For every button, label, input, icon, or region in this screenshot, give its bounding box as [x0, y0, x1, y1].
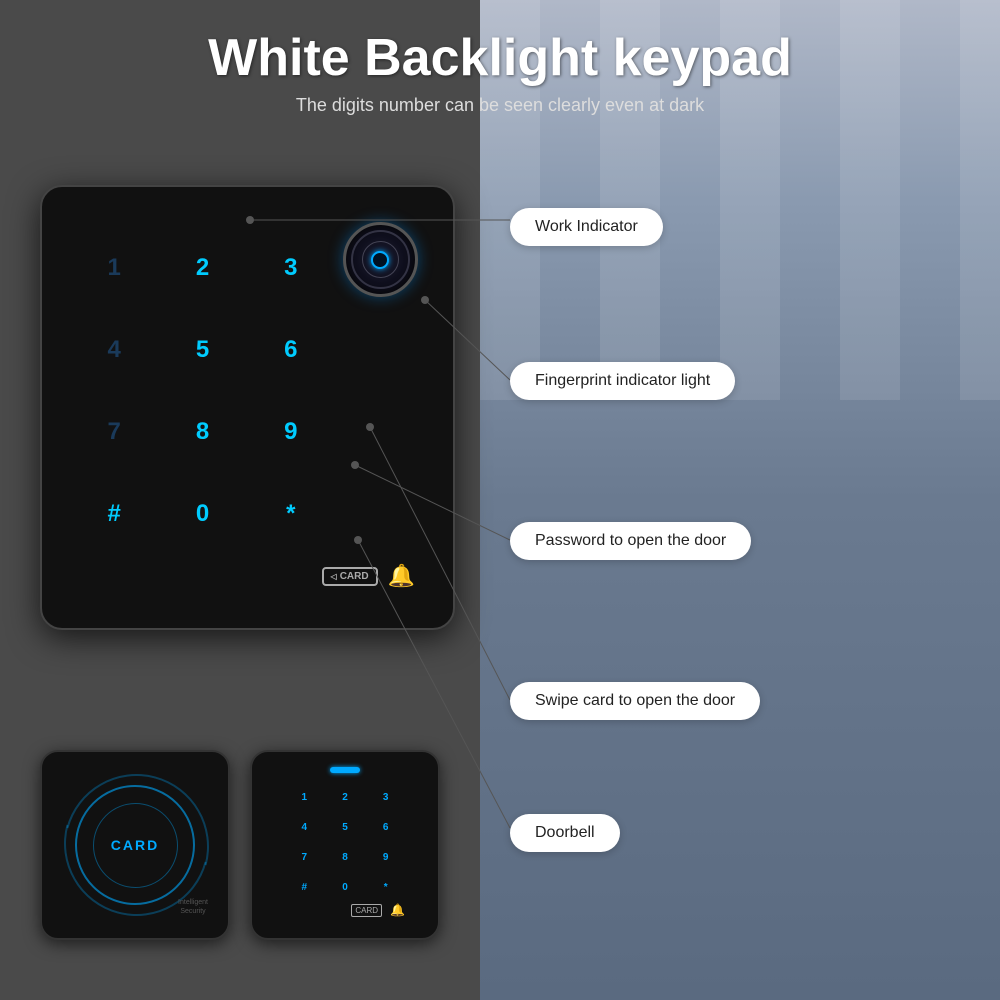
fingerprint-sensor: [335, 217, 425, 297]
card-reader-device: CARD Intelligent Security: [40, 750, 230, 940]
password-annotation: Password to open the door: [510, 522, 751, 560]
key-1[interactable]: 1: [70, 227, 158, 309]
bell-icon[interactable]: 🔔: [388, 535, 415, 617]
swipe-card-label: Swipe card to open the door: [510, 682, 760, 720]
mini-keypad-device: 1 2 3 4 5 6 7 8 9 # 0 * CARD 🔔: [250, 750, 440, 940]
main-keypad-device: 1 2 3 4 5 6 7 8 9 # 0 *: [40, 185, 455, 630]
key-8[interactable]: 8: [158, 391, 246, 473]
fingerprint-label: Fingerprint indicator light: [510, 362, 735, 400]
mini-card-icon: CARD: [351, 904, 382, 917]
key-7[interactable]: 7: [70, 391, 158, 473]
mini-key-6: 6: [366, 813, 405, 841]
mini-key-5: 5: [326, 813, 365, 841]
swipe-card-annotation: Swipe card to open the door: [510, 682, 760, 720]
mini-key-3: 3: [366, 783, 405, 811]
key-5[interactable]: 5: [158, 309, 246, 391]
card-reader-content: CARD Intelligent Security: [42, 752, 228, 938]
card-text: CARD: [111, 837, 159, 853]
bottom-devices-section: CARD Intelligent Security 1 2 3 4 5 6 7: [40, 750, 440, 940]
fingerprint-annotation: Fingerprint indicator light: [510, 362, 735, 400]
page-subtitle: The digits number can be seen clearly ev…: [20, 95, 980, 116]
mini-key-7: 7: [285, 843, 324, 871]
key-2[interactable]: 2: [158, 227, 246, 309]
doorbell-label: Doorbell: [510, 814, 620, 852]
mini-key-star: *: [366, 873, 405, 901]
mini-keys-grid: 1 2 3 4 5 6 7 8 9 # 0 *: [285, 783, 405, 901]
fingerprint-circle: [343, 222, 418, 297]
key-3[interactable]: 3: [247, 227, 335, 309]
page-title: White Backlight keypad: [20, 30, 980, 87]
key-4[interactable]: 4: [70, 309, 158, 391]
mini-key-8: 8: [326, 843, 365, 871]
mini-keypad-content: 1 2 3 4 5 6 7 8 9 # 0 * CARD 🔔: [252, 752, 438, 938]
mini-led: [330, 767, 360, 773]
card-icon[interactable]: CARD: [322, 535, 378, 617]
doorbell-annotation: Doorbell: [510, 814, 620, 852]
key-9[interactable]: 9: [247, 391, 335, 473]
mini-key-hash: #: [285, 873, 324, 901]
password-label: Password to open the door: [510, 522, 751, 560]
key-6[interactable]: 6: [247, 309, 335, 391]
mini-key-0: 0: [326, 873, 365, 901]
mini-key-9: 9: [366, 843, 405, 871]
mini-key-2: 2: [326, 783, 365, 811]
mini-bell-icon: 🔔: [390, 903, 405, 917]
fingerprint-inner: [371, 251, 389, 269]
intelligent-security-text: Intelligent Security: [178, 898, 208, 916]
work-indicator-label: Work Indicator: [510, 208, 663, 246]
mini-key-1: 1: [285, 783, 324, 811]
keys-grid: 1 2 3 4 5 6 7 8 9 # 0 *: [70, 217, 335, 555]
work-indicator-annotation: Work Indicator: [510, 208, 663, 246]
header-section: White Backlight keypad The digits number…: [0, 0, 1000, 126]
mini-key-4: 4: [285, 813, 324, 841]
card-chip-icon: CARD: [322, 567, 378, 586]
